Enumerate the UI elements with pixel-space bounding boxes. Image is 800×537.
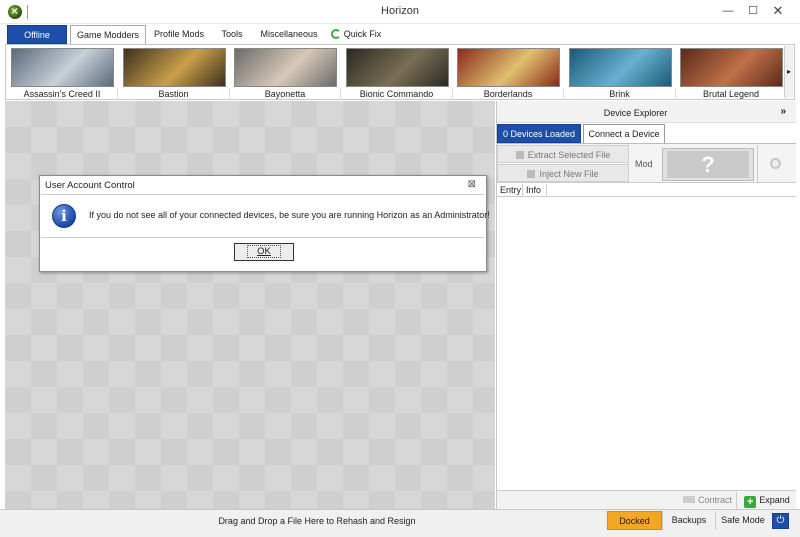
device-settings-button[interactable] bbox=[757, 145, 794, 182]
game-label: Assassin's Creed II bbox=[7, 88, 118, 100]
backups-button[interactable]: Backups bbox=[662, 511, 715, 530]
game-label: Bayonetta bbox=[230, 88, 341, 100]
tab-tools[interactable]: Tools bbox=[215, 25, 249, 44]
dialog-message: If you do not see all of your connected … bbox=[89, 210, 490, 220]
tab-connect-device[interactable]: Connect a Device bbox=[583, 124, 665, 143]
title-bar: Horizon — ☐ ✕ bbox=[0, 0, 800, 24]
extract-icon bbox=[515, 151, 524, 159]
game-thumbnail bbox=[457, 48, 560, 87]
tab-miscellaneous[interactable]: Miscellaneous bbox=[256, 25, 322, 44]
mod-thumbnail: ? bbox=[662, 148, 754, 181]
window-title: Horizon bbox=[381, 5, 419, 17]
game-thumbnail bbox=[11, 48, 114, 87]
tab-quick-fix[interactable]: Quick Fix bbox=[329, 25, 383, 44]
tab-profile-mods[interactable]: Profile Mods bbox=[149, 25, 209, 44]
file-list-header: Entry Info bbox=[497, 184, 796, 197]
status-text: Drag and Drop a File Here to Rehash and … bbox=[218, 516, 416, 526]
dialog-close-button[interactable]: ⊠ bbox=[468, 179, 476, 190]
explorer-tabs: 0 Devices Loaded Connect a Device bbox=[497, 124, 796, 143]
tab-offline[interactable]: Offline bbox=[7, 25, 67, 44]
game-label: Bionic Commando bbox=[342, 88, 453, 100]
explorer-header: Device Explorer » bbox=[497, 101, 796, 123]
game-item[interactable]: Bayonetta bbox=[230, 46, 341, 100]
expand-label: Expand bbox=[759, 495, 790, 505]
info-icon: i bbox=[52, 204, 76, 228]
contract-icon bbox=[682, 496, 695, 503]
game-label: Brink bbox=[565, 88, 676, 100]
contract-label: Contract bbox=[697, 495, 732, 505]
status-bar: Drag and Drop a File Here to Rehash and … bbox=[0, 509, 800, 537]
game-thumbnail bbox=[680, 48, 783, 87]
question-mark-icon: ? bbox=[667, 151, 749, 178]
dialog-body: i If you do not see all of your connecte… bbox=[41, 194, 490, 238]
game-thumbnail bbox=[122, 48, 226, 87]
device-explorer-panel: Device Explorer » 0 Devices Loaded Conne… bbox=[496, 101, 796, 509]
extract-label: Extract Selected File bbox=[527, 150, 611, 160]
power-icon[interactable]: ⏻ bbox=[772, 513, 789, 529]
game-gallery: Assassin's Creed II Bastion Bayonetta Bioni… bbox=[5, 44, 795, 100]
game-item[interactable]: Bastion bbox=[119, 46, 230, 100]
column-info[interactable]: Info bbox=[523, 184, 547, 197]
explorer-footer: Contract + Expand bbox=[497, 490, 796, 509]
contract-button[interactable]: Contract bbox=[679, 492, 737, 509]
main-tab-strip: Offline Game Modders Profile Mods Tools … bbox=[5, 24, 795, 45]
game-thumbnail bbox=[345, 48, 449, 87]
explorer-toolbar: Extract Selected File Inject New File Mo… bbox=[497, 143, 796, 183]
inject-new-file-button[interactable]: Inject New File bbox=[497, 164, 629, 182]
game-label: Brutal Legend bbox=[676, 88, 787, 100]
game-item[interactable]: Brutal Legend bbox=[676, 46, 787, 100]
game-item[interactable]: Brink bbox=[565, 46, 676, 100]
gallery-next-arrow[interactable]: ▸ bbox=[784, 46, 793, 98]
expand-button[interactable]: + Expand bbox=[740, 492, 794, 509]
game-item[interactable]: Bionic Commando bbox=[342, 46, 453, 100]
inject-label: Inject New File bbox=[539, 169, 599, 179]
game-thumbnail bbox=[234, 48, 337, 87]
user-account-control-dialog: User Account Control ⊠ i If you do not s… bbox=[39, 175, 490, 272]
ok-button[interactable]: OK bbox=[234, 243, 294, 261]
game-item[interactable]: Assassin's Creed II bbox=[7, 46, 118, 100]
collapse-panel-button[interactable]: » bbox=[780, 106, 786, 117]
game-item[interactable]: Borderlands bbox=[453, 46, 564, 100]
game-thumbnail bbox=[568, 48, 672, 87]
mod-label: Mod bbox=[635, 159, 653, 169]
drop-area[interactable] bbox=[5, 101, 495, 509]
game-label: Bastion bbox=[119, 88, 230, 100]
quick-fix-label: Quick Fix bbox=[343, 29, 382, 39]
inject-icon bbox=[527, 170, 536, 178]
maximize-button[interactable]: ☐ bbox=[740, 2, 766, 20]
game-label: Borderlands bbox=[453, 88, 564, 100]
dialog-title: User Account Control bbox=[45, 180, 135, 191]
tab-game-modders[interactable]: Game Modders bbox=[70, 25, 146, 45]
plus-icon: + bbox=[744, 496, 757, 508]
tab-devices-loaded[interactable]: 0 Devices Loaded bbox=[497, 124, 581, 143]
explorer-title: Device Explorer bbox=[603, 108, 668, 118]
minimize-button[interactable]: — bbox=[715, 2, 741, 20]
docked-button[interactable]: Docked bbox=[607, 511, 662, 530]
gear-icon bbox=[770, 158, 781, 169]
ok-label: OK bbox=[247, 245, 281, 258]
column-entry[interactable]: Entry bbox=[497, 184, 523, 197]
close-window-button[interactable]: ✕ bbox=[765, 2, 791, 20]
refresh-icon bbox=[330, 29, 341, 39]
extract-selected-file-button[interactable]: Extract Selected File bbox=[497, 145, 629, 163]
safe-mode-button[interactable]: Safe Mode bbox=[715, 511, 770, 530]
